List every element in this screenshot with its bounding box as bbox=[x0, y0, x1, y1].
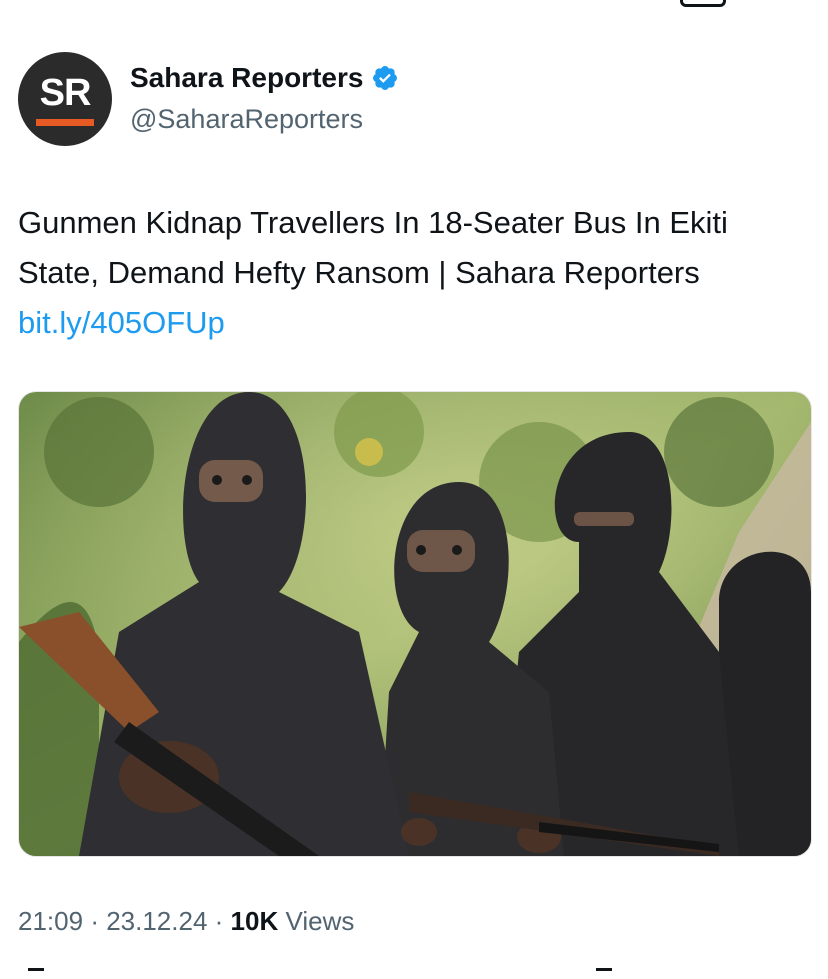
tweet-date[interactable]: 23.12.24 bbox=[106, 906, 207, 936]
avatar-logo-text: SR bbox=[39, 71, 92, 114]
tweet-text: Gunmen Kidnap Travellers In 18-Seater Bu… bbox=[18, 198, 808, 348]
avatar[interactable]: SR bbox=[18, 52, 112, 146]
handle[interactable]: @SaharaReporters bbox=[130, 102, 363, 136]
views-label: Views bbox=[285, 906, 355, 936]
author-name-row[interactable]: Sahara Reporters bbox=[130, 60, 399, 96]
tweet-time[interactable]: 21:09 bbox=[18, 906, 83, 936]
verified-badge-icon bbox=[373, 66, 398, 90]
tweet-photo[interactable] bbox=[18, 391, 812, 857]
display-name[interactable]: Sahara Reporters bbox=[130, 60, 363, 96]
views-count: 10K bbox=[230, 906, 279, 936]
meta-separator: · bbox=[214, 906, 231, 936]
meta-separator: · bbox=[90, 906, 107, 936]
action-icon-fragment bbox=[596, 968, 612, 979]
action-icon-fragment bbox=[28, 968, 44, 979]
photo-masked-gunmen bbox=[19, 392, 811, 856]
tweet-body: Gunmen Kidnap Travellers In 18-Seater Bu… bbox=[18, 205, 728, 290]
avatar-logo-bar bbox=[36, 118, 94, 126]
toolbar-icon-fragment bbox=[680, 0, 726, 7]
tweet-link[interactable]: bit.ly/405OFUp bbox=[18, 305, 225, 340]
tweet-meta: 21:09 · 23.12.24 · 10K Views bbox=[18, 903, 354, 939]
